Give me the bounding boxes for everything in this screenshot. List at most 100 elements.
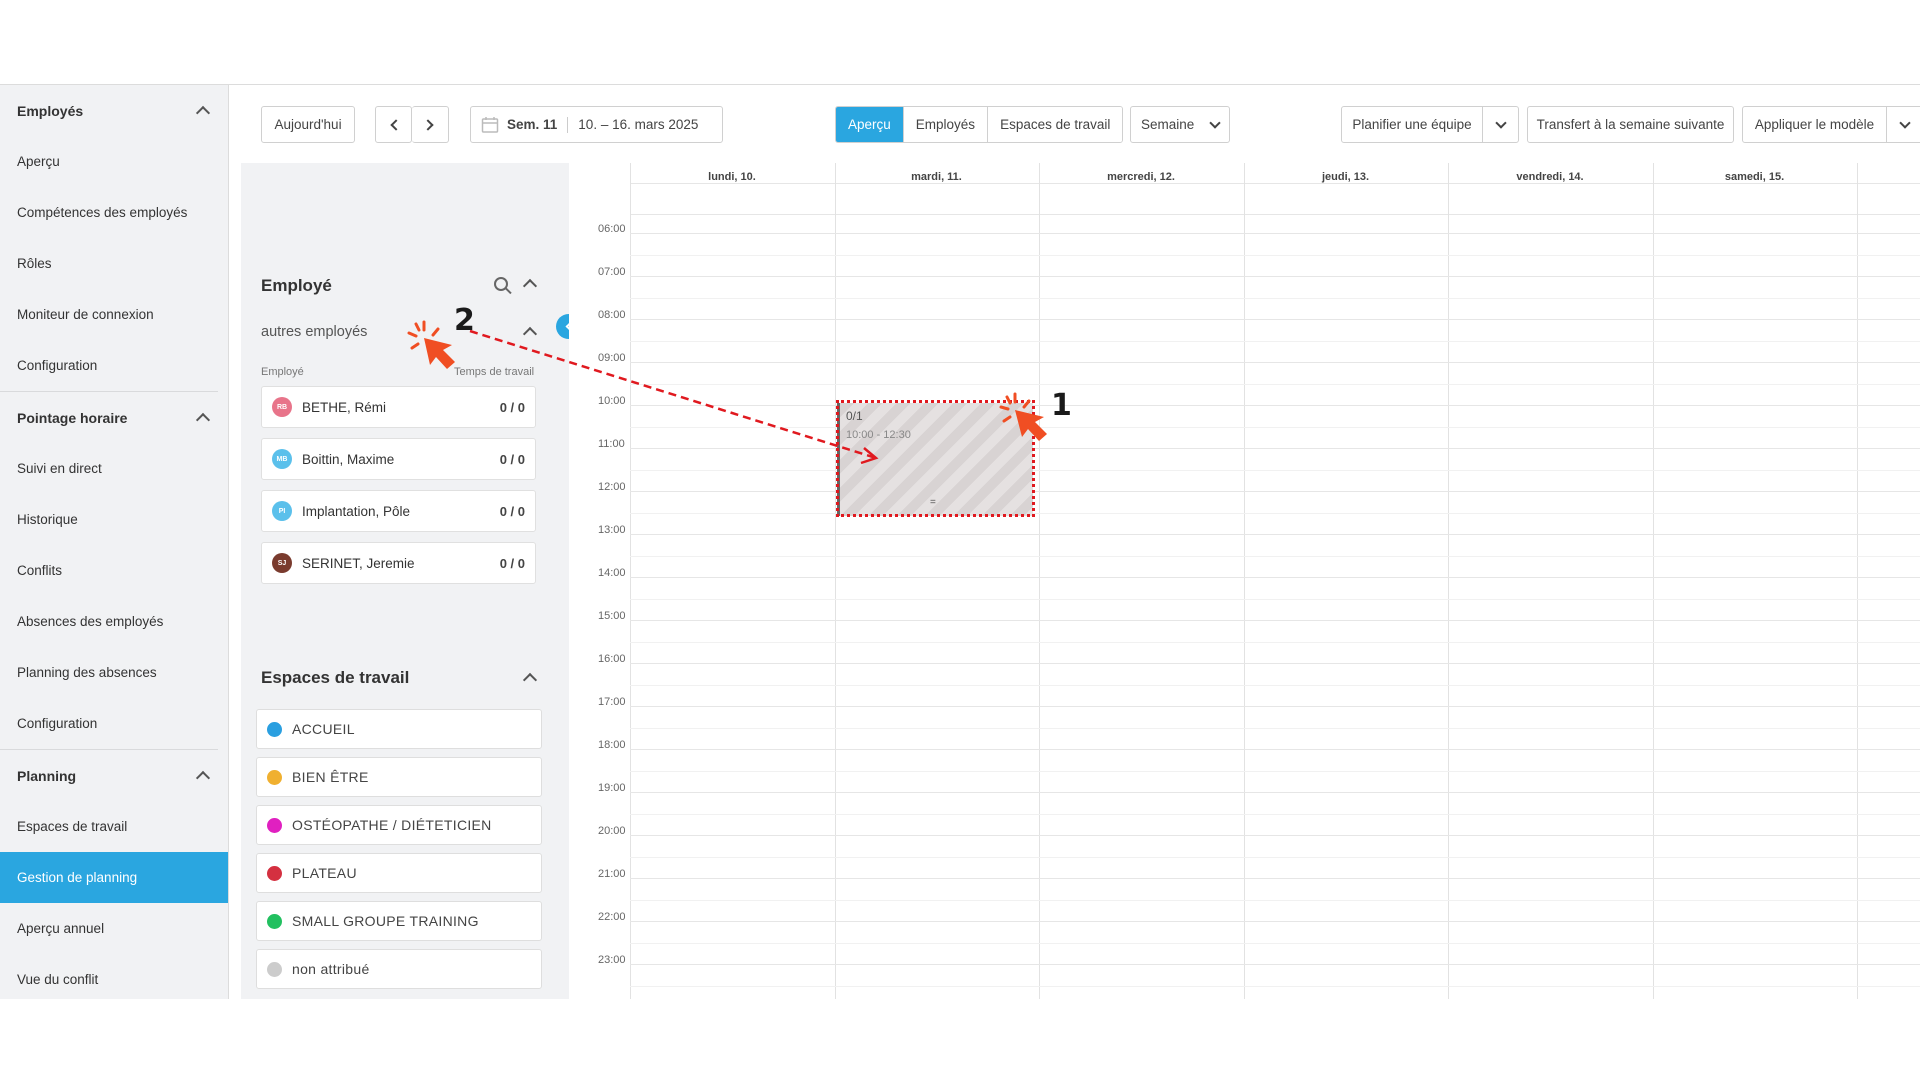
workspace-item[interactable]: OSTÉOPATHE / DIÉTETICIEN <box>256 805 542 845</box>
day-header[interactable]: samedi, 15. <box>1653 171 1857 183</box>
period-select-label: Semaine <box>1141 117 1195 132</box>
chevron-down-icon <box>1494 116 1507 129</box>
hour-line <box>630 577 1920 578</box>
workspace-label: PLATEAU <box>292 865 357 881</box>
column-header-employee: Employé <box>261 366 304 378</box>
hour-label: 15:00 <box>598 610 626 622</box>
divider <box>567 116 569 133</box>
period-select[interactable]: Semaine <box>1130 106 1230 143</box>
employee-card[interactable]: RB BETHE, Rémi 0 / 0 <box>261 386 536 428</box>
half-hour-line <box>630 297 1920 299</box>
today-button[interactable]: Aujourd'hui <box>261 106 355 143</box>
chevron-down-icon <box>1209 116 1221 129</box>
view-switcher: Aperçu Employés Espaces de travail <box>835 106 1124 143</box>
hour-line <box>630 319 1920 320</box>
nav-section-label: Employés <box>17 102 84 119</box>
search-icon[interactable] <box>494 277 508 291</box>
employee-card[interactable]: MB Boittin, Maxime 0 / 0 <box>261 438 536 480</box>
calendar-icon <box>481 116 499 133</box>
day-column-line <box>1039 163 1040 999</box>
half-hour-line <box>630 684 1920 686</box>
hour-line <box>630 233 1920 234</box>
nav-item[interactable]: Rôles <box>0 238 228 289</box>
nav-section-header[interactable]: Employés <box>0 85 228 136</box>
nav-section-header[interactable]: Planning <box>0 750 228 801</box>
hour-label: 14:00 <box>598 567 626 579</box>
workspace-label: non attribué <box>292 961 370 977</box>
hour-label: 21:00 <box>598 868 626 880</box>
employee-panel-title: Employé <box>261 276 332 295</box>
employee-card[interactable]: SJ SERINET, Jeremie 0 / 0 <box>261 542 536 584</box>
chevron-up-icon <box>195 412 211 428</box>
employee-work-time: 0 / 0 <box>499 451 525 467</box>
nav-item[interactable]: Absences des employés <box>0 596 228 647</box>
workspace-item[interactable]: ACCUEIL <box>256 709 542 749</box>
nav-item[interactable]: Gestion de planning <box>0 852 228 903</box>
workspace-item[interactable]: non attribué <box>256 949 542 989</box>
day-header[interactable]: mercredi, 12. <box>1039 171 1243 183</box>
workspace-color-dot <box>267 961 282 977</box>
half-hour-line <box>630 469 1920 471</box>
prev-week-button[interactable] <box>375 106 412 143</box>
workspace-color-dot <box>267 769 282 785</box>
view-tab[interactable]: Espaces de travail <box>988 107 1123 142</box>
avatar: MB <box>272 449 292 469</box>
sidebar-nav: Employés Aperçu Compétences des employés Rô… <box>0 85 229 999</box>
hour-line <box>630 921 1920 922</box>
day-header[interactable]: mardi, 11. <box>835 171 1039 183</box>
workspace-item[interactable]: BIEN ÊTRE <box>256 757 542 797</box>
nav-item[interactable]: Aperçu annuel <box>0 903 228 954</box>
nav-item[interactable]: Espaces de travail <box>0 801 228 852</box>
workspace-item[interactable]: PLATEAU <box>256 853 542 893</box>
chevron-up-icon[interactable] <box>522 326 538 342</box>
nav-item[interactable]: Vue du conflit <box>0 954 228 999</box>
transfer-next-week-button[interactable]: Transfert à la semaine suivante <box>1527 106 1734 143</box>
nav-item[interactable]: Suivi en direct <box>0 443 228 494</box>
day-header[interactable]: jeudi, 13. <box>1244 171 1448 183</box>
employee-name: Implantation, Pôle <box>302 503 411 519</box>
hour-line <box>630 620 1920 621</box>
employee-work-time: 0 / 0 <box>499 399 525 415</box>
half-hour-line <box>630 813 1920 815</box>
hour-line <box>630 534 1920 535</box>
toolbar: Aujourd'hui Sem. 11 10. – 16. mars 2025 … <box>229 85 1920 163</box>
nav-item[interactable]: Compétences des employés <box>0 187 228 238</box>
day-header[interactable]: lundi, 10. <box>630 171 834 183</box>
half-hour-line <box>630 254 1920 256</box>
nav-item[interactable]: Moniteur de connexion <box>0 289 228 340</box>
hour-line <box>630 878 1920 879</box>
nav-item[interactable]: Configuration <box>0 340 228 391</box>
half-hour-line <box>630 770 1920 772</box>
chevron-up-icon[interactable] <box>522 672 538 688</box>
hour-label: 07:00 <box>598 266 626 278</box>
view-tab[interactable]: Employés <box>903 107 989 142</box>
view-tab[interactable]: Aperçu <box>836 107 904 142</box>
day-column-line <box>630 163 631 999</box>
half-hour-line <box>630 598 1920 600</box>
hour-label: 23:00 <box>598 954 626 966</box>
employee-card[interactable]: PI Implantation, Pôle 0 / 0 <box>261 490 536 532</box>
nav-item[interactable]: Aperçu <box>0 136 228 187</box>
week-picker[interactable]: Sem. 11 10. – 16. mars 2025 <box>470 106 723 143</box>
hour-label: 19:00 <box>598 782 626 794</box>
nav-item[interactable]: Historique <box>0 494 228 545</box>
workspace-label: OSTÉOPATHE / DIÉTETICIEN <box>292 817 492 833</box>
chevron-up-icon[interactable] <box>522 278 538 294</box>
next-week-button[interactable] <box>412 106 449 143</box>
half-hour-line <box>630 512 1920 514</box>
plan-team-button[interactable]: Planifier une équipe <box>1341 106 1483 143</box>
nav-item[interactable]: Configuration <box>0 698 228 749</box>
hour-line <box>630 448 1920 449</box>
apply-template-button[interactable]: Appliquer le modèle <box>1742 106 1887 143</box>
day-header[interactable]: vendredi, 14. <box>1448 171 1652 183</box>
workspace-item[interactable]: SMALL GROUPE TRAINING <box>256 901 542 941</box>
employee-name: SERINET, Jeremie <box>302 555 415 571</box>
apply-template-dropdown[interactable] <box>1886 106 1920 143</box>
nav-item[interactable]: Conflits <box>0 545 228 596</box>
half-hour-line <box>630 426 1920 428</box>
hour-line <box>630 792 1920 793</box>
nav-section-header[interactable]: Pointage horaire <box>0 392 228 443</box>
plan-team-dropdown[interactable] <box>1482 106 1519 143</box>
nav-item[interactable]: Planning des absences <box>0 647 228 698</box>
hour-label: 16:00 <box>598 653 626 665</box>
